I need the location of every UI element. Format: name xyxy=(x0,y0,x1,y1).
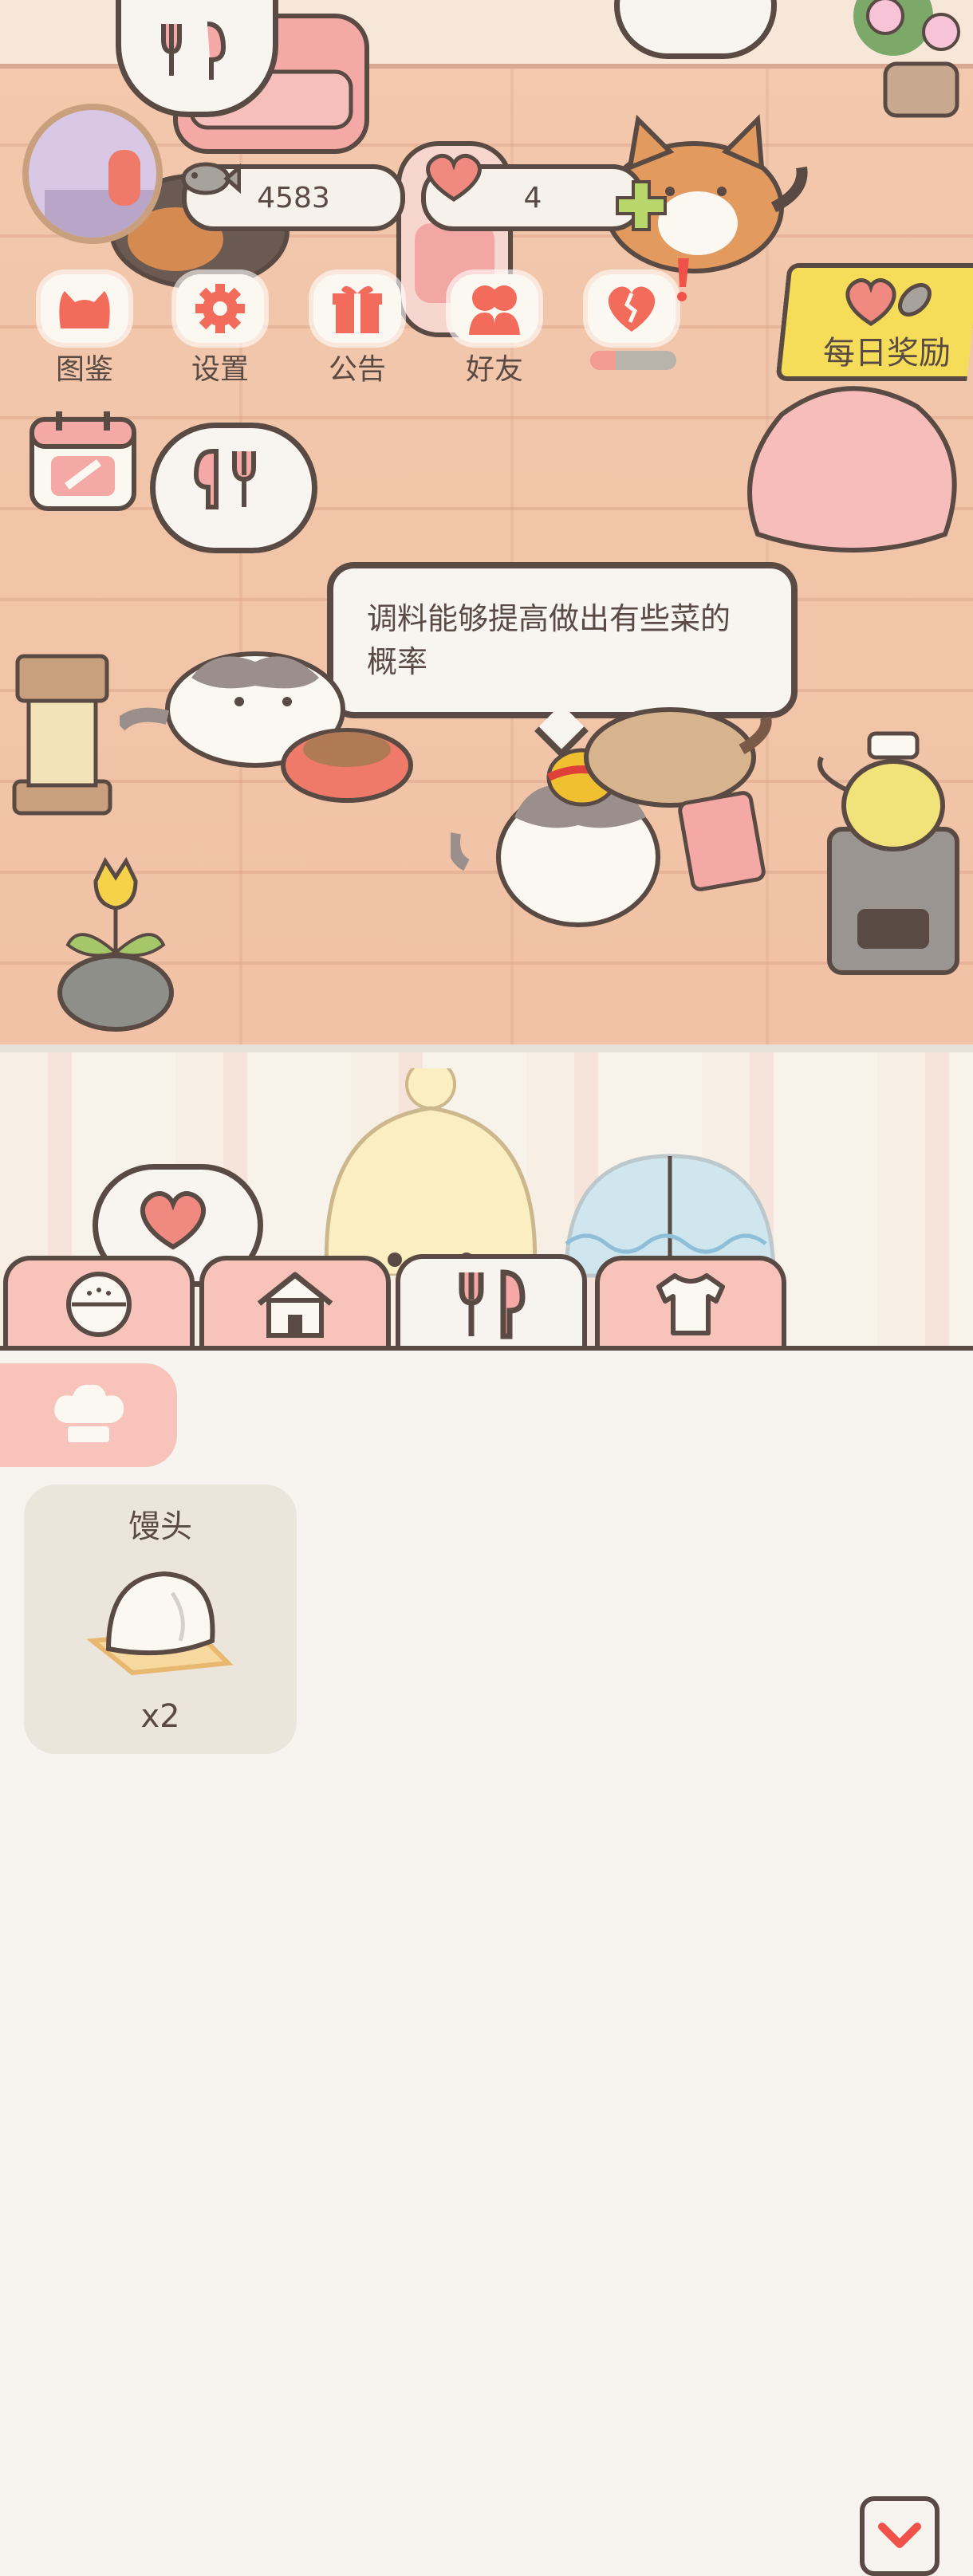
broken-heart-icon xyxy=(608,286,656,332)
recipe-book[interactable] xyxy=(678,789,774,893)
item-count: x2 xyxy=(140,1698,180,1735)
add-hearts-button[interactable] xyxy=(613,177,670,234)
menu-label: 公告 xyxy=(328,353,386,386)
gift-icon xyxy=(333,285,382,333)
gear-icon xyxy=(195,284,245,333)
kettle-stove[interactable] xyxy=(813,726,973,981)
tip-speech-bubble: 调料能够提高做出有些菜的概率 xyxy=(327,562,798,718)
rice-bowl-icon xyxy=(66,1271,132,1337)
tab-clothes[interactable] xyxy=(595,1256,786,1347)
heart-icon xyxy=(426,153,482,202)
heart-count: 4 xyxy=(523,181,542,214)
fork-spoon-icon xyxy=(459,1269,526,1339)
cafe-scene: 4583 4 图鉴 设置 公告 好友 每日奖励 调料能够提高做出有些菜的概率 xyxy=(0,0,973,1052)
fork-spoon-icon xyxy=(161,22,227,80)
menu-label: 图鉴 xyxy=(55,353,113,386)
heart-fish-icon xyxy=(845,278,932,326)
fork-spoon-icon xyxy=(193,449,256,509)
menu-item-friends[interactable]: 好友 xyxy=(439,274,550,386)
tab-house[interactable] xyxy=(199,1256,391,1347)
menu-label: 好友 xyxy=(465,353,523,386)
friends-icon xyxy=(469,285,520,335)
player-avatar[interactable] xyxy=(22,104,163,244)
pink-beanbag[interactable] xyxy=(734,375,965,566)
daily-reward-label: 每日奖励 xyxy=(823,335,951,372)
tulip-pot[interactable] xyxy=(48,857,183,1032)
food-bowl[interactable] xyxy=(279,718,415,805)
inventory-item-card[interactable]: 馒头 x2 xyxy=(24,1485,297,1754)
scene-border xyxy=(0,1044,973,1052)
steamed-bun-icon xyxy=(86,1571,234,1676)
chevron-down-icon xyxy=(878,2523,921,2548)
tip-text: 调料能够提高做出有些菜的概率 xyxy=(367,601,731,679)
house-icon xyxy=(257,1272,333,1338)
cat-face-icon xyxy=(59,291,110,328)
heart-icon xyxy=(140,1191,206,1250)
calendar-icon[interactable] xyxy=(27,407,139,514)
tab-cooking[interactable] xyxy=(396,1254,587,1350)
menu-label: 设置 xyxy=(191,353,249,386)
tab-rice-bowl[interactable] xyxy=(3,1256,195,1347)
exclamation-icon xyxy=(677,258,689,301)
tab-bar-divider xyxy=(0,1346,973,1351)
collapse-panel-button[interactable] xyxy=(860,2496,940,2576)
item-name: 馒头 xyxy=(128,1508,192,1545)
chef-hat-button[interactable] xyxy=(0,1363,177,1467)
chef-girl xyxy=(324,1068,538,1276)
shirt-icon xyxy=(656,1272,725,1335)
fish-count: 4583 xyxy=(257,181,330,214)
flower-pot[interactable] xyxy=(845,0,973,120)
top-bubble[interactable] xyxy=(614,0,777,59)
event-progress-bar xyxy=(590,351,676,370)
category-tabs xyxy=(0,1248,973,2576)
scratching-post[interactable] xyxy=(6,650,118,817)
menu-item-settings[interactable]: 设置 xyxy=(164,274,276,386)
chef-hat-icon xyxy=(54,1384,124,1442)
fish-icon xyxy=(181,162,241,195)
menu-item-collection[interactable]: 图鉴 xyxy=(29,274,140,386)
menu-item-announcement[interactable]: 公告 xyxy=(301,274,413,386)
